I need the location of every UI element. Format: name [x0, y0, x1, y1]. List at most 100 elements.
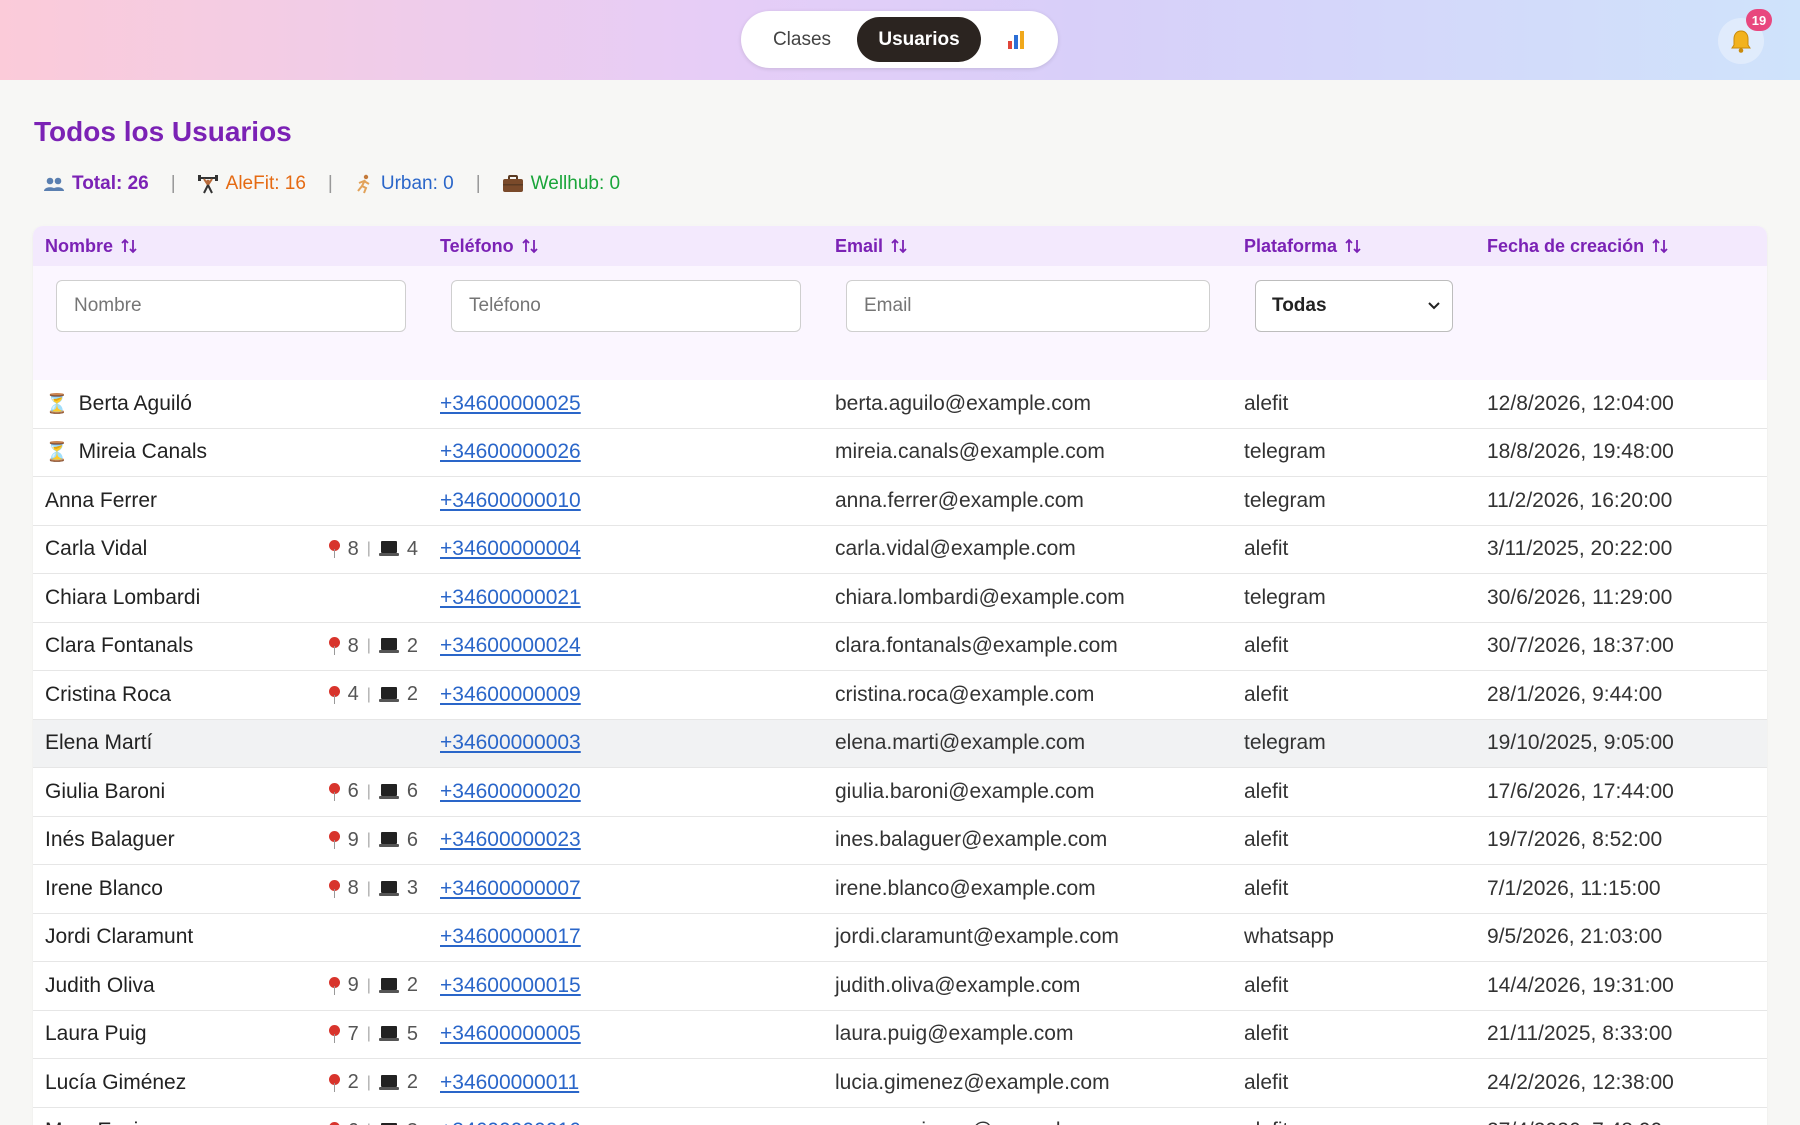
phone-link[interactable]: +34600000003: [440, 731, 581, 755]
name-filter-input[interactable]: [56, 280, 406, 332]
location-pin-icon: [328, 685, 340, 704]
location-pin-icon: [328, 976, 340, 995]
name-cell: Laura Puig: [45, 1011, 147, 1059]
user-name: Berta Aguiló: [78, 391, 192, 415]
count-separator: |: [366, 685, 371, 703]
separator: |: [327, 173, 333, 194]
table-row[interactable]: Judith Oliva 9 | 2 +34600000015 judith.o…: [33, 962, 1767, 1011]
location-pin-icon: [328, 637, 340, 656]
hourglass-icon: ⏳: [45, 393, 69, 415]
in-person-count: 6: [348, 1120, 359, 1125]
phone-link[interactable]: +34600000007: [440, 877, 581, 901]
phone-cell: +34600000020: [440, 768, 581, 816]
created-date-cell: 3/11/2025, 20:22:00: [1487, 537, 1673, 561]
phone-link[interactable]: +34600000010: [440, 489, 581, 513]
user-name: Carla Vidal: [45, 537, 148, 561]
table-row[interactable]: Lucía Giménez 2 | 2 +34600000011 lucia.g…: [33, 1059, 1767, 1108]
column-header-created: Fecha de creación: [1487, 235, 1645, 256]
user-name: Jordi Claramunt: [45, 925, 194, 949]
count-separator: |: [366, 637, 371, 655]
sort-by-created[interactable]: Fecha de creación: [1487, 226, 1668, 266]
created-date-cell: 14/4/2026, 19:31:00: [1487, 973, 1674, 997]
table-row[interactable]: Carla Vidal 8 | 4 +34600000004 carla.vid…: [33, 526, 1767, 574]
table-row[interactable]: Cristina Roca 4 | 2 +34600000009 cristin…: [33, 671, 1767, 720]
phone-link[interactable]: +34600000025: [440, 392, 581, 416]
sort-by-email[interactable]: Email: [835, 226, 907, 266]
table-header: Nombre Teléfono Email Plataforma Fecha d…: [33, 226, 1767, 266]
location-pin-icon: [328, 1073, 340, 1092]
table-row[interactable]: Clara Fontanals 8 | 2 +34600000024 clara…: [33, 623, 1767, 671]
name-cell: Carla Vidal: [45, 526, 147, 574]
sort-icon: [1345, 238, 1361, 254]
table-row[interactable]: Marc Espinosa 6 | 3 +34600000016 marc.es…: [33, 1108, 1767, 1125]
phone-link[interactable]: +34600000021: [440, 586, 581, 610]
table-row[interactable]: Jordi Claramunt +34600000017 jordi.clara…: [33, 914, 1767, 962]
stat-alefit: AleFit: 16: [197, 173, 306, 195]
count-separator: |: [366, 782, 371, 800]
user-name: Judith Oliva: [45, 973, 155, 997]
platform-cell: whatsapp: [1244, 925, 1334, 949]
tab-usuarios[interactable]: Usuarios: [857, 17, 981, 62]
created-date-cell: 24/2/2026, 12:38:00: [1487, 1070, 1674, 1094]
created-date-cell: 30/6/2026, 11:29:00: [1487, 585, 1673, 609]
tab-clases[interactable]: Clases: [747, 17, 857, 62]
online-count: 3: [407, 1120, 418, 1125]
table-row[interactable]: Laura Puig 7 | 5 +34600000005 laura.puig…: [33, 1011, 1767, 1059]
phone-link[interactable]: +34600000020: [440, 780, 581, 804]
platform-cell: alefit: [1244, 682, 1289, 706]
email-cell: marc.espinosa@example.com: [835, 1108, 1118, 1125]
column-header-email: Email: [835, 235, 884, 256]
table-row[interactable]: Elena Martí +34600000003 elena.marti@exa…: [33, 719, 1767, 768]
phone-link[interactable]: +34600000017: [440, 925, 581, 949]
users-icon: [44, 177, 64, 191]
phone-link[interactable]: +34600000011: [440, 1071, 579, 1095]
user-name: Elena Martí: [45, 731, 153, 755]
phone-link[interactable]: +34600000015: [440, 974, 581, 998]
tab-stats[interactable]: [981, 17, 1051, 62]
table-row[interactable]: Anna Ferrer +34600000010 anna.ferrer@exa…: [33, 477, 1767, 526]
phone-link[interactable]: +34600000005: [440, 1022, 581, 1046]
runner-icon: [357, 174, 370, 194]
platform-filter-select[interactable]: Todas: [1255, 280, 1453, 332]
table-row[interactable]: Giulia Baroni 6 | 6 +34600000020 giulia.…: [33, 768, 1767, 817]
bar-chart-icon: [1008, 30, 1024, 49]
table-row[interactable]: Inés Balaguer 9 | 6 +34600000023 ines.ba…: [33, 817, 1767, 865]
platform-cell: alefit: [1244, 634, 1289, 658]
user-name: Cristina Roca: [45, 682, 172, 706]
phone-link[interactable]: +34600000026: [440, 440, 581, 464]
sort-by-platform[interactable]: Plataforma: [1244, 226, 1361, 266]
phone-link[interactable]: +34600000016: [440, 1119, 581, 1125]
table-row[interactable]: Chiara Lombardi +34600000021 chiara.lomb…: [33, 574, 1767, 623]
sort-by-phone[interactable]: Teléfono: [440, 226, 538, 266]
table-row[interactable]: ⏳ Mireia Canals +34600000026 mireia.cana…: [33, 429, 1767, 477]
user-name: Lucía Giménez: [45, 1070, 187, 1094]
in-person-count: 7: [347, 1022, 359, 1045]
phone-link[interactable]: +34600000024: [440, 634, 581, 658]
created-date-cell: 30/7/2026, 18:37:00: [1487, 634, 1674, 658]
stats-summary: Total: 26 | AleFit: 16 | Urban: 0 | Well…: [44, 172, 620, 196]
email-filter-input[interactable]: [846, 280, 1210, 332]
user-name: Irene Blanco: [45, 876, 163, 900]
laptop-icon: [378, 638, 399, 654]
phone-link[interactable]: +34600000004: [440, 537, 581, 561]
user-name: Anna Ferrer: [45, 488, 158, 512]
location-pin-icon: [328, 831, 340, 850]
column-header-phone: Teléfono: [440, 235, 514, 256]
column-header-platform: Plataforma: [1244, 235, 1338, 256]
email-cell: cristina.roca@example.com: [835, 682, 1095, 706]
phone-link[interactable]: +34600000023: [440, 828, 581, 852]
hourglass-icon: ⏳: [45, 442, 69, 464]
count-separator: |: [366, 831, 371, 849]
phone-link[interactable]: +34600000009: [440, 683, 581, 707]
name-cell: Judith Oliva: [45, 962, 155, 1010]
booking-counts: 6 | 6: [306, 768, 418, 816]
booking-counts: 8 | 3: [306, 865, 418, 913]
table-row[interactable]: Irene Blanco 8 | 3 +34600000007 irene.bl…: [33, 865, 1767, 914]
count-separator: |: [366, 879, 371, 897]
online-count: 6: [406, 828, 418, 851]
table-row[interactable]: ⏳ Berta Aguiló +34600000025 berta.aguilo…: [33, 380, 1767, 429]
phone-filter-input[interactable]: [451, 280, 801, 332]
sort-icon: [1652, 238, 1668, 254]
email-cell: elena.marti@example.com: [835, 731, 1086, 755]
sort-by-name[interactable]: Nombre: [45, 226, 137, 266]
